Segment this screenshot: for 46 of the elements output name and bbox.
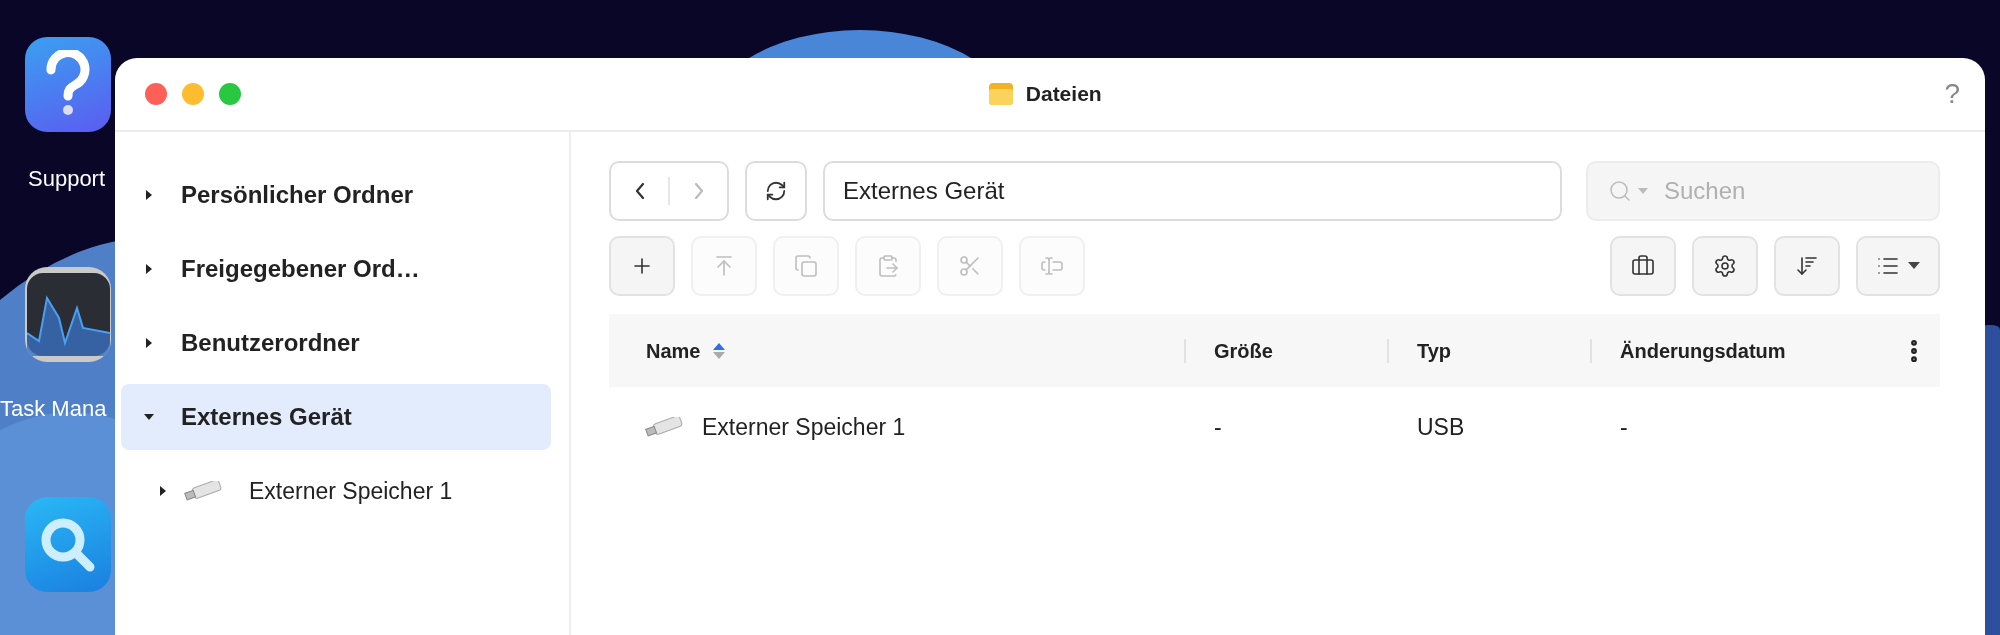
column-header[interactable]: Typ <box>1387 338 1590 363</box>
search-app-icon[interactable] <box>25 497 111 592</box>
table-cell: Externer Speicher 1 <box>702 413 906 441</box>
app-label: Task Mana <box>0 396 107 422</box>
usb-drive-icon <box>183 481 223 501</box>
close-button[interactable] <box>145 83 167 105</box>
refresh-icon <box>765 180 787 202</box>
column-header[interactable]: Änderungsdatum <box>1590 338 1900 363</box>
maximize-button[interactable] <box>219 83 241 105</box>
scissors-icon <box>958 254 982 278</box>
search-icon <box>1608 179 1632 203</box>
table-cell: - <box>1214 413 1222 441</box>
column-header[interactable]: Größe <box>1184 338 1387 363</box>
caret-icon <box>1908 262 1920 270</box>
activity-monitor-icon[interactable] <box>25 267 111 362</box>
table-cell: - <box>1620 413 1628 441</box>
paste-icon <box>876 254 900 278</box>
briefcase-icon <box>1631 254 1655 278</box>
tools-button[interactable] <box>1610 236 1676 296</box>
column-header[interactable]: Name <box>609 338 1184 363</box>
help-button[interactable]: ? <box>1944 78 1960 110</box>
chevron-right-icon <box>693 183 704 199</box>
usb-drive-icon <box>644 417 684 437</box>
sidebar-item[interactable]: Benutzerordner <box>121 310 551 376</box>
table-cell: USB <box>1417 413 1465 441</box>
copy-icon <box>794 254 818 278</box>
table-row[interactable]: Externer Speicher 1 - USB - <box>609 387 1940 467</box>
rename-icon <box>1040 254 1064 278</box>
sidebar-item[interactable]: Externes Gerät <box>121 384 551 450</box>
app-label: Support <box>28 166 106 192</box>
chevron-left-icon <box>634 183 645 199</box>
sidebar-item[interactable]: Externer Speicher 1 <box>121 458 551 524</box>
folder-icon <box>987 82 1014 106</box>
sort-icon <box>1795 254 1819 278</box>
sort-button[interactable] <box>1774 236 1840 296</box>
help-app-icon[interactable] <box>25 37 111 132</box>
refresh-button[interactable] <box>745 161 807 221</box>
sidebar-item[interactable]: Freigegebener Ord… <box>121 236 551 302</box>
path-field[interactable]: Externes Gerät <box>823 161 1562 221</box>
search-field[interactable]: Suchen <box>1586 161 1940 221</box>
settings-icon <box>1713 254 1737 278</box>
window-title: Dateien <box>1025 82 1102 106</box>
view-button[interactable] <box>1856 236 1940 296</box>
sidebar-item[interactable]: Persönlicher Ordner <box>121 162 551 228</box>
sort-indicator-icon[interactable] <box>712 341 727 360</box>
settings-button[interactable] <box>1692 236 1758 296</box>
